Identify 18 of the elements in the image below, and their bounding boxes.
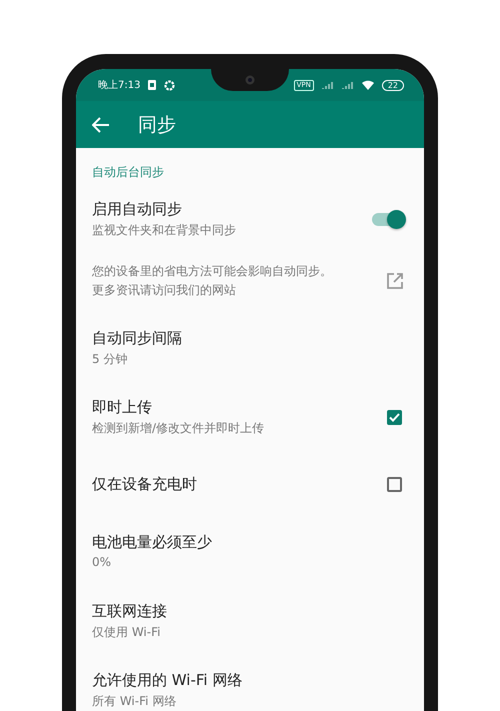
setting-title[interactable]: 仅在设备充电时 <box>92 474 197 494</box>
setting-summary: 仅使用 Wi-Fi <box>92 624 162 640</box>
status-time: 晚上7:13 <box>98 78 140 92</box>
setting-title[interactable]: 启用自动同步 <box>92 200 236 218</box>
section-header: 自动后台同步 <box>92 164 165 181</box>
setting-title[interactable]: 即时上传 <box>92 398 264 416</box>
battery-saver-note: 您的设备里的省电方法可能会影响自动同步。更多资讯请访问我们的网站 <box>92 263 333 299</box>
setting-summary: 检测到新增/修改文件并即时上传 <box>92 420 264 436</box>
setting-summary: 监视文件夹和在背景中同步 <box>92 222 236 238</box>
battery-indicator: 22 <box>382 80 404 90</box>
setting-summary: 5 分钟 <box>92 350 128 368</box>
setting-title[interactable]: 自动同步间隔 <box>92 328 182 348</box>
setting-summary: 所有 Wi-Fi 网络 <box>92 692 178 710</box>
setting-summary: 0% <box>92 555 112 569</box>
screen-title: 同步 <box>138 112 176 138</box>
setting-title[interactable]: 互联网连接 <box>92 602 167 620</box>
setting-title[interactable]: 允许使用的 Wi-Fi 网络 <box>92 670 242 690</box>
setting-title[interactable]: 电池电量必须至少 <box>92 533 212 552</box>
